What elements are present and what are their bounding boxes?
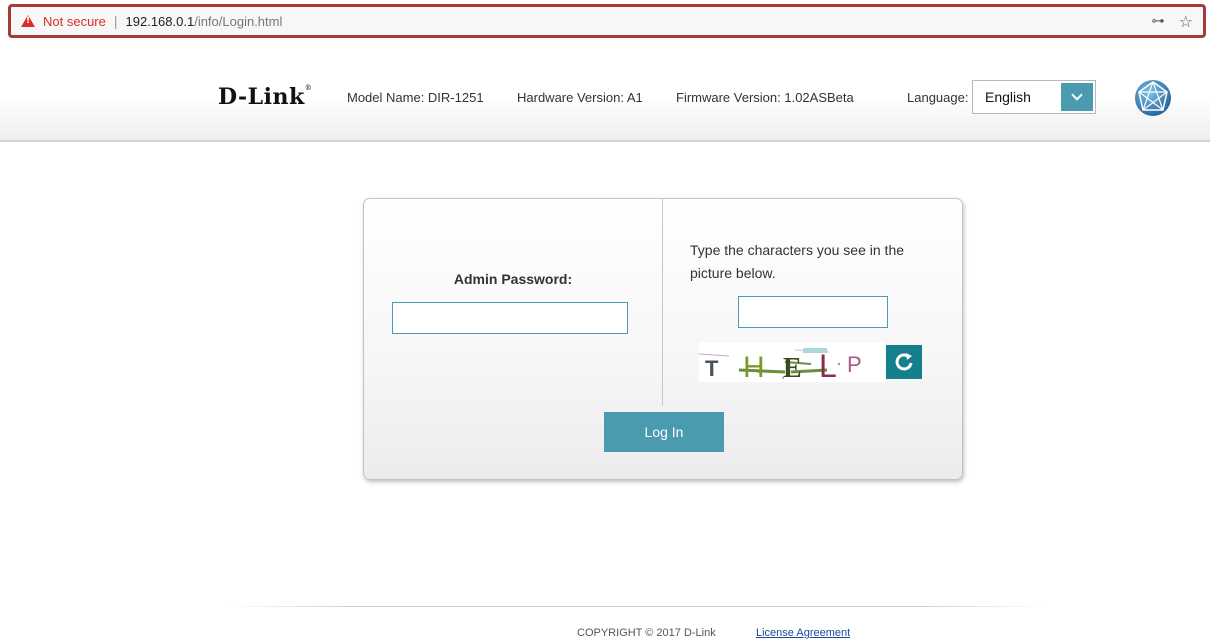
hardware-version: Hardware Version: A1 (517, 90, 643, 105)
captcha-image: T H E L P (699, 342, 885, 382)
login-button[interactable]: Log In (604, 412, 724, 452)
copyright-text: COPYRIGHT © 2017 D-Link (577, 627, 716, 639)
refresh-icon (895, 353, 913, 371)
captcha-instruction: Type the characters you see in the pictu… (690, 242, 905, 281)
login-panel: Admin Password: Type the characters you … (363, 198, 963, 480)
captcha-char-5: P (847, 352, 862, 377)
captcha-char-2: H (743, 351, 765, 382)
model-name: Model Name: DIR-1251 (347, 90, 484, 105)
url-path[interactable]: /info/Login.html (194, 14, 282, 29)
globe-icon (1135, 80, 1171, 116)
address-bar-actions: ⊶ ☆ (1152, 12, 1203, 31)
captcha-char-1: T (705, 356, 719, 381)
captcha-refresh-button[interactable] (886, 345, 922, 379)
captcha-char-4: L (819, 348, 837, 382)
captcha-input[interactable] (738, 296, 888, 328)
firmware-version: Firmware Version: 1.02ASBeta (676, 90, 854, 105)
language-select[interactable]: English (972, 80, 1096, 114)
chevron-down-icon[interactable] (1061, 83, 1093, 111)
language-selected-value: English (985, 89, 1031, 105)
footer-divider (228, 606, 1043, 607)
address-bar[interactable]: Not secure | 192.168.0.1 /info/Login.htm… (8, 4, 1206, 38)
admin-password-input[interactable] (392, 302, 628, 334)
language-label: Language: (907, 90, 969, 105)
panel-divider (662, 199, 663, 406)
url-host[interactable]: 192.168.0.1 (126, 14, 195, 29)
admin-password-label: Admin Password: (453, 271, 573, 287)
captcha-char-3: E (783, 353, 802, 382)
dlink-logo: D-Link® (218, 84, 313, 110)
warning-icon[interactable] (21, 15, 35, 27)
bookmark-star-icon[interactable]: ☆ (1179, 12, 1193, 31)
key-icon[interactable]: ⊶ (1152, 14, 1165, 29)
url-separator: | (113, 13, 118, 29)
security-status[interactable]: Not secure (43, 14, 106, 29)
license-agreement-link[interactable]: License Agreement (756, 627, 850, 639)
browser-toolbar: Not secure | 192.168.0.1 /info/Login.htm… (0, 0, 1210, 42)
router-header: D-Link® Model Name: DIR-1251 Hardware Ve… (0, 42, 1210, 142)
